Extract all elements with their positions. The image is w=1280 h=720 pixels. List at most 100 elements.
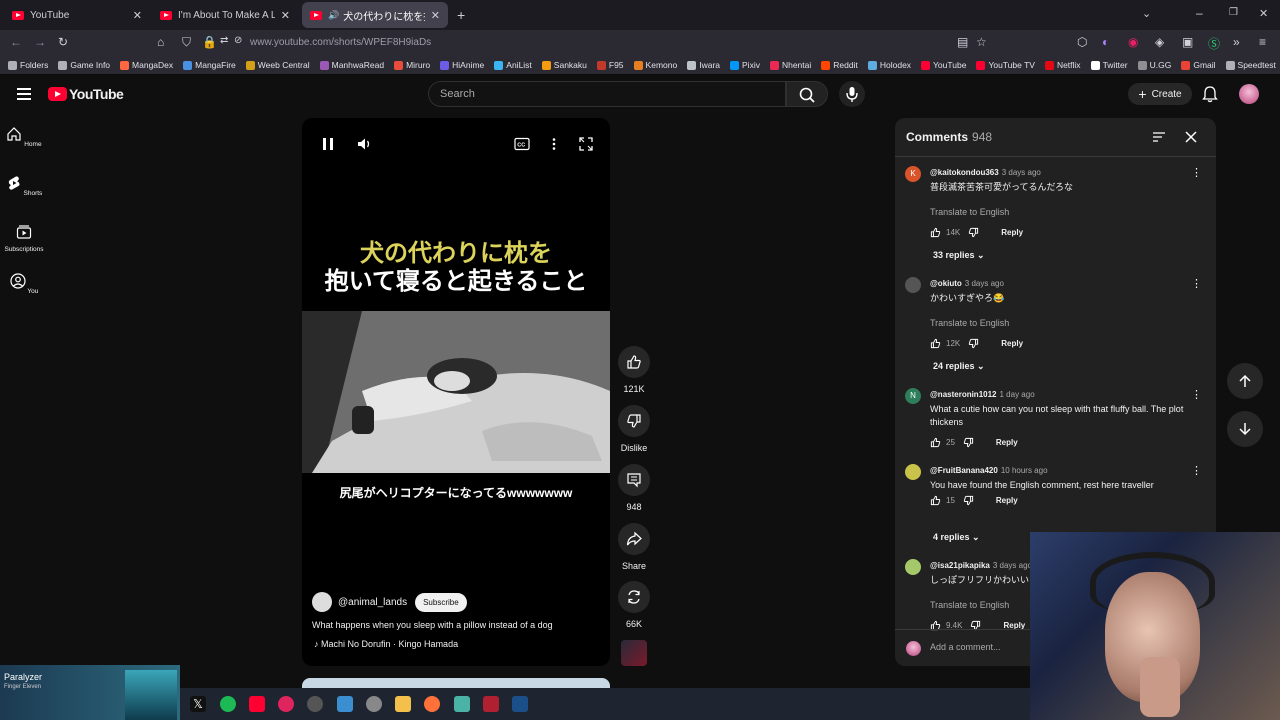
add-comment-input[interactable]: Add a comment...: [930, 642, 1001, 652]
next-short-button[interactable]: [1227, 411, 1263, 447]
back-icon[interactable]: ←: [10, 35, 22, 49]
fullscreen-icon[interactable]: [579, 137, 593, 151]
comment-like-icon[interactable]: [930, 495, 941, 506]
extension-icon[interactable]: ◉: [1128, 35, 1138, 49]
bookmark-item[interactable]: MangaFire: [183, 60, 236, 70]
nav-you[interactable]: You: [0, 273, 48, 295]
extension-icon[interactable]: ▣: [1182, 35, 1193, 49]
comment-more-icon[interactable]: ⋮: [1191, 277, 1202, 290]
translate-link[interactable]: Translate to English: [930, 207, 1009, 217]
like-button[interactable]: 121K: [618, 346, 650, 394]
commenter-avatar[interactable]: K: [905, 166, 921, 182]
comments-button[interactable]: 948: [618, 464, 650, 512]
app-icon[interactable]: [483, 696, 499, 712]
extensions-icon[interactable]: ⬡: [1077, 35, 1087, 49]
volume-icon[interactable]: [357, 137, 373, 151]
comment-dislike-icon[interactable]: [968, 227, 979, 238]
sort-icon[interactable]: [1152, 131, 1166, 143]
reply-button[interactable]: Reply: [1001, 339, 1023, 348]
home-icon[interactable]: ⌂: [157, 35, 164, 49]
music-thumbnail[interactable]: [621, 640, 647, 666]
nav-subscriptions[interactable]: Subscriptions: [0, 224, 48, 253]
media-player-icon[interactable]: [307, 696, 323, 712]
subscribe-button[interactable]: Subscribe: [415, 592, 467, 612]
close-tab-icon[interactable]: ✕: [133, 9, 142, 22]
reply-button[interactable]: Reply: [1001, 228, 1023, 237]
autoplay-blocked-icon[interactable]: ⊘: [234, 35, 242, 46]
commenter-avatar[interactable]: N: [905, 388, 921, 404]
close-tab-icon[interactable]: ✕: [281, 9, 290, 22]
bookmark-item[interactable]: ManhwaRead: [319, 60, 384, 70]
bookmark-item[interactable]: Nhentai: [769, 60, 811, 70]
pause-icon[interactable]: [322, 137, 334, 151]
comment-like-icon[interactable]: [930, 437, 941, 448]
youtube-logo[interactable]: YouTube: [48, 86, 124, 102]
overflow-chevron-icon[interactable]: »: [1233, 35, 1240, 49]
commenter-avatar[interactable]: [905, 464, 921, 480]
more-options-icon[interactable]: [551, 137, 557, 151]
comment-like-icon[interactable]: [930, 227, 941, 238]
new-tab-icon[interactable]: +: [457, 7, 465, 23]
view-replies-button[interactable]: 4 replies ⌄: [933, 532, 980, 543]
voice-search-button[interactable]: [839, 81, 865, 107]
comment-dislike-icon[interactable]: [963, 495, 974, 506]
reload-icon[interactable]: ↻: [58, 35, 68, 49]
lock-icon[interactable]: 🔒: [202, 35, 217, 49]
bookmark-item[interactable]: YouTube TV: [976, 60, 1035, 70]
bookmark-item[interactable]: Game Info: [58, 60, 110, 70]
forward-icon[interactable]: →: [34, 35, 46, 49]
reader-view-icon[interactable]: ▤: [957, 35, 968, 49]
comment-dislike-icon[interactable]: [963, 437, 974, 448]
comment-author[interactable]: @kaitokondou363 3 days ago: [930, 168, 1041, 177]
bookmark-item[interactable]: Speedtest: [1225, 60, 1276, 70]
bookmark-item[interactable]: Kemono: [633, 60, 677, 70]
shield-icon[interactable]: ⛉: [182, 35, 191, 50]
commenter-avatar[interactable]: [905, 277, 921, 293]
steam-icon[interactable]: [512, 696, 528, 712]
captions-icon[interactable]: CC: [514, 137, 530, 151]
bookmark-item[interactable]: F95: [596, 60, 624, 70]
comment-author[interactable]: @isa21pikapika 3 days ago: [930, 561, 1032, 570]
extension-icon[interactable]: Ⓢ: [1208, 35, 1220, 52]
permissions-icon[interactable]: ⇄: [220, 35, 228, 46]
close-window-icon[interactable]: ✕: [1259, 7, 1268, 20]
app-icon[interactable]: [454, 696, 470, 712]
bookmark-item[interactable]: Folders: [8, 60, 48, 70]
file-explorer-icon[interactable]: [395, 696, 411, 712]
bookmark-item[interactable]: Weeb Central: [245, 60, 310, 70]
nav-shorts[interactable]: Shorts: [0, 175, 48, 197]
view-replies-button[interactable]: 24 replies ⌄: [933, 361, 985, 372]
bookmark-item[interactable]: Netflix: [1044, 60, 1081, 70]
minimize-icon[interactable]: –: [1196, 6, 1203, 20]
hamburger-menu-icon[interactable]: [17, 88, 31, 103]
browser-tab-active[interactable]: 🔊 犬の代わりに枕を抱いて寝 ✕: [302, 2, 448, 28]
bookmark-item[interactable]: U.GG: [1137, 60, 1171, 70]
video-description[interactable]: What happens when you sleep with a pillo…: [312, 620, 553, 630]
extension-icon[interactable]: ◐: [1102, 35, 1109, 49]
close-comments-icon[interactable]: [1185, 131, 1197, 143]
maximize-icon[interactable]: ❐: [1229, 7, 1238, 18]
close-tab-icon[interactable]: ✕: [431, 9, 440, 22]
browser-tab-youtube[interactable]: YouTube ✕: [4, 2, 150, 28]
view-replies-button[interactable]: 33 replies ⌄: [933, 250, 985, 261]
notifications-bell-icon[interactable]: [1202, 85, 1218, 103]
comment-more-icon[interactable]: ⋮: [1191, 166, 1202, 179]
comment-author[interactable]: @okiuto 3 days ago: [930, 279, 1004, 288]
comment-dislike-icon[interactable]: [968, 338, 979, 349]
tab-list-chevron-icon[interactable]: ⌄: [1142, 7, 1151, 20]
comment-author[interactable]: @FruitBanana420 10 hours ago: [930, 466, 1048, 475]
bookmark-item[interactable]: Pixiv: [730, 60, 760, 70]
search-button[interactable]: [786, 81, 828, 107]
spotify-icon[interactable]: [220, 696, 236, 712]
comment-author[interactable]: @nasteronin1012 1 day ago: [930, 390, 1035, 399]
nav-home[interactable]: Home: [0, 126, 48, 148]
youtube-app-icon[interactable]: [249, 696, 265, 712]
channel-avatar[interactable]: [312, 592, 332, 612]
share-button[interactable]: Share: [618, 523, 650, 571]
bookmark-item[interactable]: MangaDex: [120, 60, 173, 70]
search-input[interactable]: Search: [428, 81, 786, 107]
shorts-video-player[interactable]: CC 犬の代わりに枕を 抱いて寝ると起きること 尻尾がヘリコプターになってるww…: [302, 118, 610, 666]
bookmark-item[interactable]: Twitter: [1090, 60, 1128, 70]
bookmark-item[interactable]: YouTube: [921, 60, 966, 70]
browser-tab-video[interactable]: I'm About To Make A LOT Of Pe ✕: [152, 2, 298, 28]
